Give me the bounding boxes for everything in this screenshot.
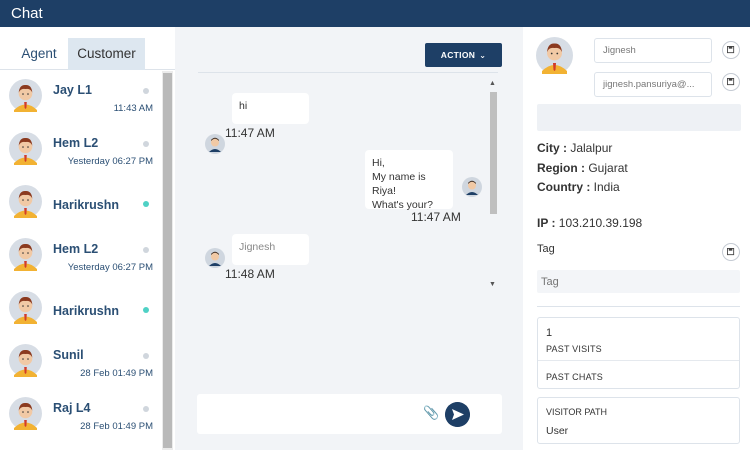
contact-avatar (9, 79, 42, 112)
contact-tabs: Agent Customer (0, 38, 175, 70)
online-status-dot (143, 307, 149, 313)
save-tag-icon[interactable] (722, 243, 740, 261)
attachment-icon[interactable]: 📎 (423, 405, 439, 421)
region-value: Gujarat (588, 161, 628, 175)
city-label: City : (537, 141, 567, 155)
region-label: Region : (537, 161, 585, 175)
message-bubble: Hi, My name is Riya! What's your? (365, 150, 453, 211)
contact-name: Hem L2 (53, 136, 99, 150)
agent-avatar-icon (205, 248, 225, 268)
contact-list-scrollbar[interactable] (162, 71, 173, 450)
contact-item[interactable]: Hem L2 Yesterday 06:27 PM (0, 125, 162, 178)
message-list-scrollbar[interactable]: ▲ ▼ (488, 80, 498, 288)
contact-avatar (9, 344, 42, 377)
message-text: My name is Riya! (372, 171, 426, 197)
contact-item[interactable]: Jay L1 11:43 AM (0, 72, 162, 125)
offline-status-dot (143, 141, 149, 147)
ip-value: 103.210.39.198 (558, 216, 643, 230)
message-bubble: hi (232, 93, 309, 124)
country-label: Country : (537, 180, 591, 194)
visitor-path-label: VISITOR PATH (546, 407, 608, 417)
visitor-name-field[interactable]: Jignesh (594, 38, 712, 63)
contact-avatar (9, 291, 42, 324)
contact-name: Harikrushn (53, 304, 119, 318)
chat-panel: ACTION ⌄ hi 11:47 AM Hi, My name is Riya!… (175, 27, 523, 450)
message-text: hi (239, 100, 248, 112)
region-info: Region : Gujarat (537, 161, 628, 175)
contact-item[interactable]: Harikrushn (0, 178, 162, 231)
save-email-icon[interactable] (722, 73, 740, 91)
past-visits-count: 1 (546, 327, 553, 339)
city-value: Jalalpur (570, 141, 613, 155)
contact-avatar (9, 185, 42, 218)
app-title: Chat (11, 5, 43, 22)
offline-status-dot (143, 247, 149, 253)
tab-customer[interactable]: Customer (68, 38, 145, 70)
divider (538, 360, 739, 361)
contact-name: Sunil (53, 348, 84, 362)
message-time: 11:47 AM (225, 126, 275, 140)
contact-avatar (9, 397, 42, 430)
contact-name: Raj L4 (53, 401, 91, 415)
agent-avatar-icon (205, 134, 225, 154)
scrollbar-thumb[interactable] (163, 73, 172, 448)
visitor-info-panel: Jignesh jignesh.pansuriya@... City : Jal… (523, 27, 750, 450)
contact-list: Jay L1 11:43 AM Hem L2 Yesterday 06:27 PM Ha… (0, 71, 162, 450)
contact-name: Jay L1 (53, 83, 92, 97)
past-visits-label[interactable]: PAST VISITS (546, 344, 602, 354)
tag-label: Tag (537, 243, 555, 255)
send-button[interactable] (445, 402, 470, 427)
city-info: City : Jalalpur (537, 141, 612, 155)
save-name-icon[interactable] (722, 41, 740, 59)
tag-input[interactable] (537, 270, 740, 293)
notes-bar[interactable] (537, 104, 741, 131)
action-button-label: ACTION (440, 50, 476, 60)
contact-last-seen: 28 Feb 01:49 PM (80, 421, 153, 432)
contact-last-seen: 11:43 AM (113, 103, 153, 114)
contact-avatar (9, 132, 42, 165)
offline-status-dot (143, 88, 149, 94)
app-header: Chat (0, 0, 750, 27)
online-status-dot (143, 201, 149, 207)
offline-status-dot (143, 353, 149, 359)
contact-name: Harikrushn (53, 198, 119, 212)
country-value: India (593, 180, 620, 194)
tab-agent[interactable]: Agent (14, 38, 64, 70)
visitor-avatar-icon (462, 177, 482, 197)
message-list: hi 11:47 AM Hi, My name is Riya! What's … (198, 72, 498, 294)
message-time: 11:48 AM (225, 267, 275, 281)
message-time: 11:47 AM (411, 210, 461, 224)
message-input[interactable] (205, 402, 415, 426)
divider (537, 306, 740, 307)
contact-last-seen: 28 Feb 01:49 PM (80, 368, 153, 379)
chevron-down-icon: ⌄ (479, 51, 487, 60)
visits-summary: 1 PAST VISITS PAST CHATS (537, 317, 740, 389)
message-composer: 📎 (197, 394, 502, 434)
visitor-email-field[interactable]: jignesh.pansuriya@... (594, 72, 712, 97)
ip-label: IP : (537, 216, 556, 230)
scroll-down-icon[interactable]: ▼ (489, 281, 496, 288)
visitor-path-value: User (546, 425, 569, 437)
contact-last-seen: Yesterday 06:27 PM (67, 156, 153, 167)
visitor-path-box: VISITOR PATH User (537, 397, 740, 444)
contact-item[interactable]: Harikrushn (0, 284, 162, 337)
contact-item[interactable]: Hem L2 Yesterday 06:27 PM (0, 231, 162, 284)
contact-item[interactable]: Sunil 28 Feb 01:49 PM (0, 337, 162, 390)
contact-item[interactable]: Raj L4 28 Feb 01:49 PM (0, 390, 162, 443)
action-button[interactable]: ACTION ⌄ (425, 43, 502, 67)
contacts-panel: Agent Customer Jay L1 11:43 AM Hem L2 Yeste… (0, 27, 175, 450)
message-text: Hi, (372, 157, 385, 169)
visitor-avatar (536, 37, 573, 74)
offline-status-dot (143, 406, 149, 412)
contact-last-seen: Yesterday 06:27 PM (67, 262, 153, 273)
scrollbar-thumb[interactable] (490, 92, 497, 214)
past-chats-label[interactable]: PAST CHATS (546, 372, 603, 382)
scroll-up-icon[interactable]: ▲ (489, 80, 496, 87)
ip-info: IP : 103.210.39.198 (537, 216, 642, 230)
country-info: Country : India (537, 180, 620, 194)
contact-avatar (9, 238, 42, 271)
message-bubble: Jignesh (232, 234, 309, 265)
message-text: Jignesh (239, 241, 276, 253)
contact-name: Hem L2 (53, 242, 99, 256)
